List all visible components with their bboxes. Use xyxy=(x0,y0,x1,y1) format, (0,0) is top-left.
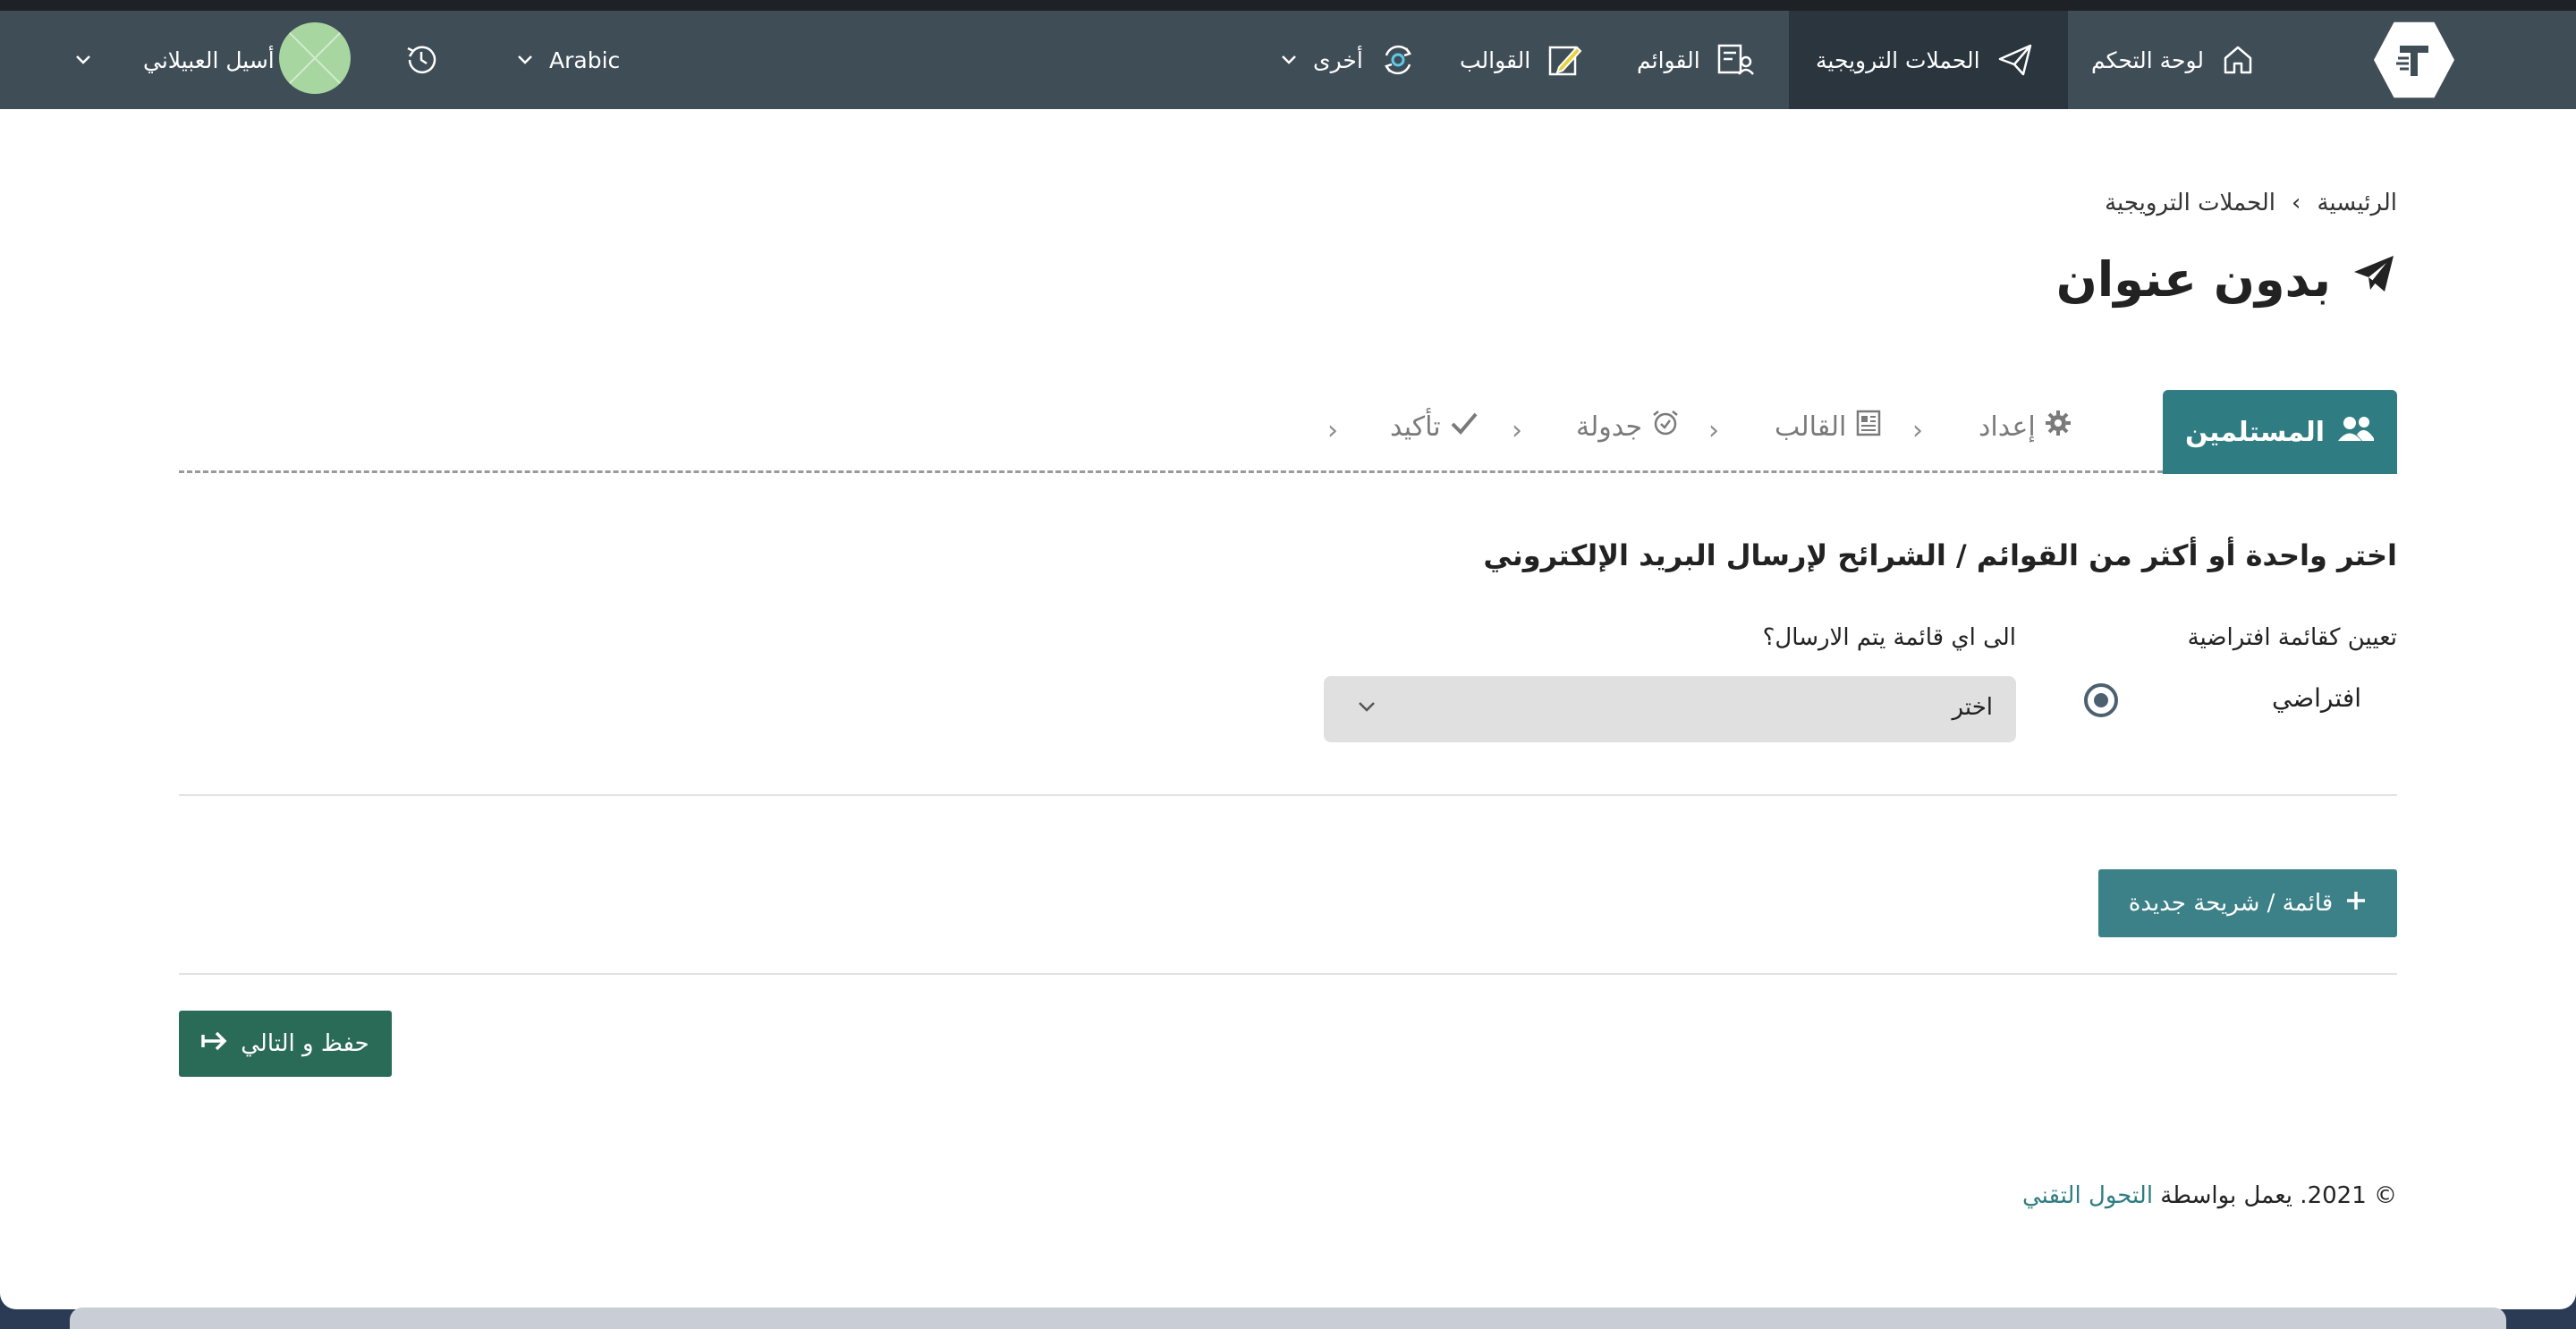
users-icon xyxy=(2337,415,2375,449)
step-separator: › xyxy=(1512,415,1522,446)
nav-lists[interactable]: القوائم xyxy=(1637,11,1771,109)
step-separator: › xyxy=(1708,415,1719,446)
check-icon xyxy=(1450,411,1479,443)
plus-icon xyxy=(2345,890,2367,918)
steps-divider xyxy=(179,470,2163,473)
chevron-down-icon xyxy=(517,55,533,65)
which-list-label: الى اي قائمة يتم الارسال؟ xyxy=(1762,624,2016,651)
step-template[interactable]: القالب xyxy=(1775,404,1882,449)
alarm-clock-icon xyxy=(1651,409,1680,444)
step-separator: › xyxy=(1912,415,1923,446)
language-dropdown[interactable]: Arabic xyxy=(517,11,620,109)
nav-other-dropdown[interactable]: أخرى xyxy=(1281,11,1415,109)
nav-dashboard-label: لوحة التحكم xyxy=(2091,47,2205,73)
step-confirm-label: تأكيد xyxy=(1390,411,1441,443)
step-template-label: القالب xyxy=(1775,411,1847,443)
footer-link[interactable]: التحول التقني xyxy=(2022,1182,2153,1209)
step-recipients[interactable]: المستلمين xyxy=(2163,390,2397,474)
nav-campaigns-label: الحملات الترويجية xyxy=(1816,47,1980,73)
breadcrumb-separator: › xyxy=(2292,190,2301,216)
save-next-label: حفظ و التالي xyxy=(241,1030,369,1057)
breadcrumb-home[interactable]: الرئيسية xyxy=(2317,190,2397,216)
step-confirm[interactable]: تأكيد xyxy=(1390,404,1479,449)
language-label: Arabic xyxy=(549,47,621,73)
user-menu[interactable]: أسيل العبيلاني xyxy=(75,11,275,109)
nav-lists-label: القوائم xyxy=(1637,47,1700,73)
nav-templates-label: القوالب xyxy=(1460,47,1531,73)
step-separator: › xyxy=(1327,415,1338,446)
new-list-button[interactable]: قائمة / شريحة جديدة xyxy=(2098,869,2397,937)
step-setup-label: إعداد xyxy=(1979,411,2036,443)
default-radio-label: افتراضي xyxy=(2272,683,2361,713)
gear-icon xyxy=(2045,410,2072,444)
refresh-gear-icon xyxy=(1379,41,1417,79)
contact-list-icon xyxy=(1716,42,1756,78)
avatar[interactable] xyxy=(279,22,351,94)
step-setup[interactable]: إعداد xyxy=(1979,404,2072,449)
new-list-label: قائمة / شريحة جديدة xyxy=(2128,890,2334,917)
step-recipients-label: المستلمين xyxy=(2184,416,2326,448)
page-title: بدون عنوان xyxy=(2056,250,2397,309)
top-bezel xyxy=(0,0,2576,11)
chevron-down-icon xyxy=(1281,55,1297,65)
nav-dashboard[interactable]: لوحة التحكم xyxy=(2091,11,2265,109)
chevron-down-icon xyxy=(1358,699,1376,716)
paper-plane-icon xyxy=(2351,250,2397,309)
avatar-image xyxy=(279,22,351,94)
history-button[interactable] xyxy=(402,11,444,109)
section-heading: اختر واحدة أو أكثر من القوائم / الشرائح … xyxy=(1483,538,2397,572)
chevron-down-icon xyxy=(75,55,91,65)
user-name: أسيل العبيلاني xyxy=(143,47,275,73)
footer-text: © 2021. يعمل بواسطة xyxy=(2153,1182,2397,1209)
default-list-label: تعيين كقائمة افتراضية xyxy=(2187,624,2397,651)
paper-plane-icon xyxy=(1996,41,2034,79)
list-select-value: اختر xyxy=(1952,694,1994,721)
browser-window: لوحة التحكم الحملات الترويجية القوائم ال… xyxy=(0,11,2576,1309)
divider xyxy=(179,794,2397,796)
default-radio[interactable] xyxy=(2084,683,2118,717)
edit-template-icon xyxy=(1546,42,1582,78)
home-icon xyxy=(2220,42,2256,78)
nav-templates[interactable]: القوالب xyxy=(1460,11,1594,109)
breadcrumb-current[interactable]: الحملات الترويجية xyxy=(2105,190,2275,216)
list-select[interactable]: اختر xyxy=(1324,676,2016,742)
dock xyxy=(70,1308,2506,1329)
app-logo[interactable] xyxy=(2374,21,2454,98)
step-schedule-label: جدولة xyxy=(1576,411,1643,443)
top-navbar: لوحة التحكم الحملات الترويجية القوائم ال… xyxy=(0,11,2576,109)
nav-campaigns[interactable]: الحملات الترويجية xyxy=(1789,11,2068,109)
history-icon xyxy=(402,41,440,79)
breadcrumb: الرئيسية › الحملات الترويجية xyxy=(2105,190,2397,216)
step-schedule[interactable]: جدولة xyxy=(1576,404,1680,449)
page-title-text: بدون عنوان xyxy=(2055,251,2331,308)
arrow-right-icon xyxy=(201,1030,228,1057)
save-next-button[interactable]: حفظ و التالي xyxy=(179,1011,392,1077)
divider xyxy=(179,973,2397,975)
logo-icon xyxy=(2396,46,2428,76)
newspaper-icon xyxy=(1855,410,1882,444)
nav-other-label: أخرى xyxy=(1313,47,1363,73)
footer: © 2021. يعمل بواسطة التحول التقني xyxy=(2022,1182,2397,1209)
